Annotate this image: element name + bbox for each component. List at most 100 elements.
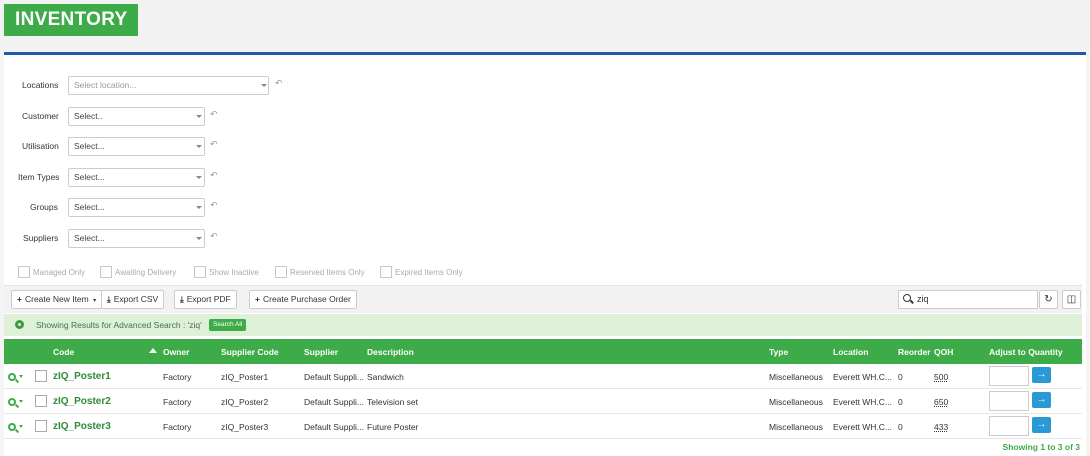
search-all-button[interactable]: Search All [209, 319, 247, 331]
filter-groups: Groups Select... ↶ [0, 198, 300, 218]
adjust-quantity-input[interactable] [989, 366, 1029, 386]
checkbox[interactable] [100, 266, 112, 278]
column-header-location[interactable]: Location [833, 347, 868, 357]
export-pdf-button[interactable]: ⤓ Export PDF [174, 290, 237, 309]
description-cell: Future Poster [367, 422, 419, 432]
checkbox-label: Managed Only [33, 268, 86, 277]
column-header-description[interactable]: Description [367, 347, 414, 357]
checkbox-label: Awaiting Delivery [115, 268, 177, 277]
chevron-down-icon [196, 115, 202, 118]
chevron-down-icon [196, 237, 202, 240]
table-row: zIQ_Poster2 Factory zIQ_Poster2 Default … [4, 389, 1082, 414]
reorder-cell: 0 [898, 422, 903, 432]
chevron-down-icon [196, 206, 202, 209]
export-csv-label: Export CSV [113, 294, 159, 304]
export-csv-button[interactable]: ⤓ Export CSV [101, 290, 165, 309]
columns-button[interactable]: ◫ [1062, 290, 1081, 309]
row-checkbox[interactable] [35, 395, 47, 407]
column-header-supplier[interactable]: Supplier [304, 347, 338, 357]
column-header-code[interactable]: Code [53, 347, 74, 357]
location-cell: Everett WH.C... [833, 422, 893, 432]
utilisation-select[interactable]: Select... [68, 137, 205, 156]
item-code-link[interactable]: zIQ_Poster1 [53, 371, 111, 382]
filter-utilisation: Utilisation Select... ↶ [0, 137, 300, 157]
adjust-quantity-input[interactable] [989, 391, 1029, 411]
supplier-cell: Default Suppli... [304, 372, 365, 382]
column-header-qoh[interactable]: QOH [934, 347, 953, 357]
filter-item-types: Item Types Select... ↶ [0, 168, 300, 188]
qoh-link[interactable]: 433 [934, 422, 948, 432]
apply-adjust-button[interactable]: → [1032, 367, 1051, 383]
zoom-icon[interactable] [8, 398, 16, 406]
item-types-select[interactable]: Select... [68, 168, 205, 187]
chevron-down-icon[interactable] [19, 425, 23, 428]
column-header-reorder[interactable]: Reorder [898, 347, 931, 357]
apply-adjust-button[interactable]: → [1032, 392, 1051, 408]
qoh-link[interactable]: 500 [934, 372, 948, 382]
refresh-icon: ↻ [1044, 294, 1053, 305]
create-purchase-order-button[interactable]: + Create Purchase Order [249, 290, 357, 309]
groups-select[interactable]: Select... [68, 198, 205, 217]
create-new-item-button[interactable]: + Create New Item ▾ [11, 290, 103, 309]
chevron-down-icon [261, 84, 267, 87]
page-title: INVENTORY [4, 4, 138, 36]
checkbox[interactable] [275, 266, 287, 278]
filter-locations: Locations Select location... ↶ [0, 76, 300, 96]
checkbox[interactable] [18, 266, 30, 278]
filter-label: Utilisation [22, 141, 59, 151]
row-checkbox[interactable] [35, 420, 47, 432]
chevron-down-icon [196, 176, 202, 179]
checkbox[interactable] [194, 266, 206, 278]
chevron-down-icon: ▾ [93, 298, 97, 304]
supplier-cell: Default Suppli... [304, 422, 365, 432]
results-banner: Showing Results for Advanced Search : 'z… [4, 314, 1082, 336]
download-icon: ⤓ [107, 294, 111, 304]
reset-icon[interactable]: ↶ [275, 78, 283, 89]
refresh-button[interactable]: ↻ [1039, 290, 1058, 309]
export-pdf-label: Export PDF [186, 294, 231, 304]
locations-select[interactable]: Select location... [68, 76, 269, 95]
type-cell: Miscellaneous [769, 397, 823, 407]
column-header-type[interactable]: Type [769, 347, 788, 357]
zoom-icon[interactable] [8, 423, 16, 431]
column-header-adjust-to-quantity: Adjust to Quantity [989, 347, 1063, 357]
chevron-down-icon [196, 145, 202, 148]
item-code-link[interactable]: zIQ_Poster3 [53, 421, 111, 432]
plus-icon: + [255, 294, 260, 304]
owner-cell: Factory [163, 397, 192, 407]
customer-select[interactable]: Select.. [68, 107, 205, 126]
filter-label: Groups [30, 202, 58, 212]
adjust-quantity-input[interactable] [989, 416, 1029, 436]
reset-icon[interactable]: ↶ [210, 170, 218, 181]
chevron-down-icon[interactable] [19, 375, 23, 378]
reset-icon[interactable]: ↶ [210, 231, 218, 242]
row-checkbox[interactable] [35, 370, 47, 382]
arrow-right-icon: → [1036, 394, 1047, 405]
columns-icon: ◫ [1066, 294, 1077, 305]
qoh-link[interactable]: 650 [934, 397, 948, 407]
filter-customer: Customer Select.. ↶ [0, 107, 300, 127]
sort-asc-icon[interactable] [149, 348, 157, 353]
item-code-link[interactable]: zIQ_Poster2 [53, 396, 111, 407]
reset-icon[interactable]: ↶ [210, 200, 218, 211]
column-header-supplier-code[interactable]: Supplier Code [221, 347, 279, 357]
chevron-down-icon[interactable] [19, 400, 23, 403]
reset-icon[interactable]: ↶ [210, 139, 218, 150]
type-cell: Miscellaneous [769, 422, 823, 432]
apply-adjust-button[interactable]: → [1032, 417, 1051, 433]
search-input[interactable]: ziq [898, 290, 1038, 309]
supplier-code-cell: zIQ_Poster2 [221, 397, 269, 407]
reset-icon[interactable]: ↶ [210, 109, 218, 120]
owner-cell: Factory [163, 422, 192, 432]
column-header-owner[interactable]: Owner [163, 347, 189, 357]
reorder-cell: 0 [898, 397, 903, 407]
search-icon [903, 294, 911, 302]
location-cell: Everett WH.C... [833, 372, 893, 382]
checkbox[interactable] [380, 266, 392, 278]
filter-label: Locations [22, 80, 59, 90]
table-row: zIQ_Poster1 Factory zIQ_Poster1 Default … [4, 364, 1082, 389]
filter-label: Item Types [18, 172, 60, 182]
filter-checkboxes: Managed Only Awaiting Delivery Show Inac… [18, 266, 478, 280]
suppliers-select[interactable]: Select... [68, 229, 205, 248]
zoom-icon[interactable] [8, 373, 16, 381]
